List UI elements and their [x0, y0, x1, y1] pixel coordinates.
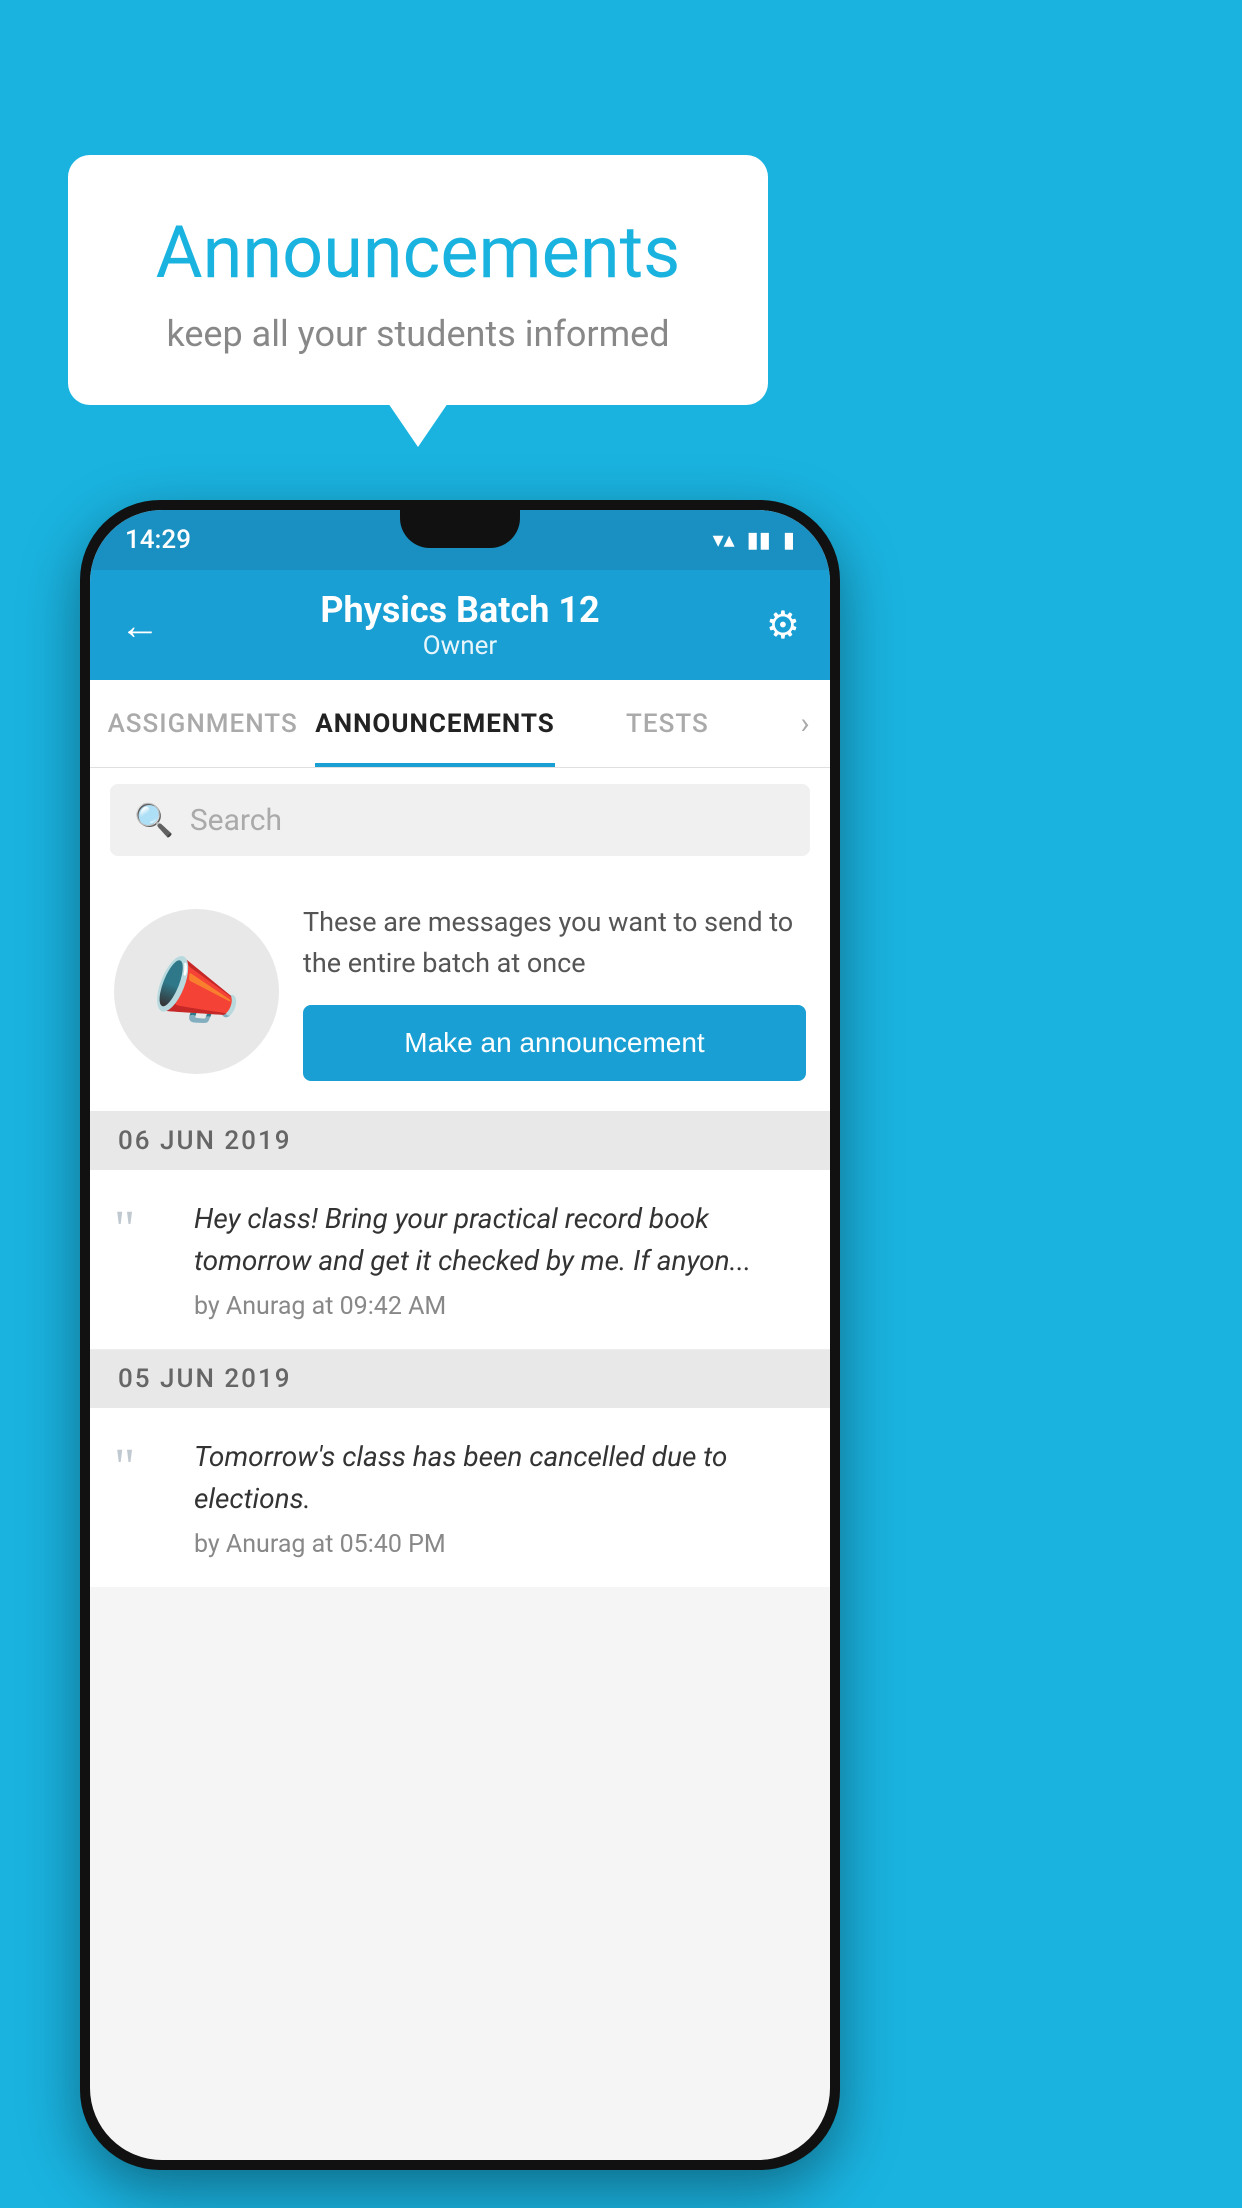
announcement-meta-2: by Anurag at 05:40 PM: [194, 1530, 806, 1559]
app-bar-subtitle: Owner: [320, 631, 599, 661]
promo-description: These are messages you want to send to t…: [303, 902, 806, 983]
app-bar: ← Physics Batch 12 Owner ⚙: [90, 570, 830, 680]
promo-card: 📣 These are messages you want to send to…: [90, 872, 830, 1112]
date-divider-2: 05 JUN 2019: [90, 1350, 830, 1408]
wifi-icon: ▾▴: [713, 528, 735, 553]
notch: [400, 510, 520, 548]
signal-icon: ▮▮: [747, 528, 771, 553]
search-container: 🔍 Search: [90, 768, 830, 872]
speech-bubble-container: Announcements keep all your students inf…: [68, 155, 768, 405]
promo-content: These are messages you want to send to t…: [303, 902, 806, 1081]
status-bar: 14:29 ▾▴ ▮▮ ▮: [90, 510, 830, 570]
bubble-title: Announcements: [128, 210, 708, 295]
date-label-2: 05 JUN 2019: [118, 1364, 292, 1394]
announcement-content-2: Tomorrow's class has been cancelled due …: [194, 1436, 806, 1559]
status-icons: ▾▴ ▮▮ ▮: [713, 528, 795, 553]
announcement-content-1: Hey class! Bring your practical record b…: [194, 1198, 806, 1321]
tab-more-button[interactable]: ›: [780, 680, 830, 767]
announcement-text-1: Hey class! Bring your practical record b…: [194, 1198, 806, 1282]
battery-icon: ▮: [783, 528, 795, 553]
tab-assignments[interactable]: ASSIGNMENTS: [90, 680, 315, 767]
app-bar-title: Physics Batch 12: [320, 589, 599, 631]
tabs-bar: ASSIGNMENTS ANNOUNCEMENTS TESTS ›: [90, 680, 830, 768]
app-bar-title-group: Physics Batch 12 Owner: [320, 589, 599, 661]
tab-tests[interactable]: TESTS: [555, 680, 780, 767]
back-button[interactable]: ←: [120, 602, 180, 649]
announcement-text-2: Tomorrow's class has been cancelled due …: [194, 1436, 806, 1520]
search-input[interactable]: Search: [190, 803, 282, 838]
megaphone-icon: 📣: [152, 949, 242, 1034]
announcement-meta-1: by Anurag at 09:42 AM: [194, 1292, 806, 1321]
announcement-item-1[interactable]: " Hey class! Bring your practical record…: [90, 1170, 830, 1350]
quote-icon-1: ": [114, 1204, 174, 1321]
status-time: 14:29: [125, 525, 191, 555]
speech-bubble: Announcements keep all your students inf…: [68, 155, 768, 405]
phone-frame: 14:29 ▾▴ ▮▮ ▮ ← Physics Batch 12 Owner ⚙…: [80, 500, 840, 2170]
make-announcement-button[interactable]: Make an announcement: [303, 1005, 806, 1081]
search-icon: 🔍: [134, 801, 174, 839]
megaphone-circle: 📣: [114, 909, 279, 1074]
quote-icon-2: ": [114, 1442, 174, 1559]
search-bar[interactable]: 🔍 Search: [110, 784, 810, 856]
settings-button[interactable]: ⚙: [740, 603, 800, 648]
date-divider-1: 06 JUN 2019: [90, 1112, 830, 1170]
phone-screen: 14:29 ▾▴ ▮▮ ▮ ← Physics Batch 12 Owner ⚙…: [90, 510, 830, 2160]
announcement-item-2[interactable]: " Tomorrow's class has been cancelled du…: [90, 1408, 830, 1587]
date-label-1: 06 JUN 2019: [118, 1126, 292, 1156]
bubble-subtitle: keep all your students informed: [128, 313, 708, 355]
tab-announcements[interactable]: ANNOUNCEMENTS: [315, 680, 554, 767]
